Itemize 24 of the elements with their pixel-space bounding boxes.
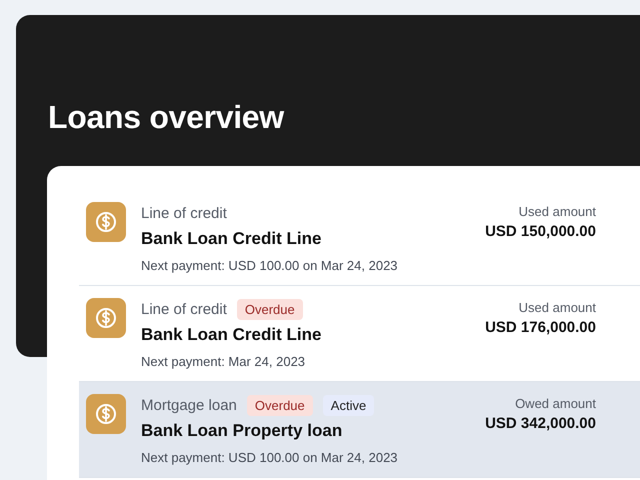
next-payment: Next payment: USD 100.00 on Mar 24, 2023 [141, 258, 399, 273]
loan-type: Mortgage loan [141, 396, 237, 414]
loan-type: Line of credit [141, 204, 227, 222]
page-title: Loans overview [48, 99, 286, 136]
loan-row[interactable]: Mortgage loan Overdue Active Bank Loan Property loan Next payment: USD 100.00 on Mar 24, 2023 Owed amount USD 342,000.00 [79, 382, 640, 478]
amount-label: Used amount [518, 300, 596, 315]
amount-value: USD 150,000.00 [485, 223, 596, 240]
dollar-coin-icon [86, 298, 126, 338]
status-badge: Overdue [246, 394, 313, 416]
loan-name: Bank Loan Property loan [141, 421, 344, 441]
loan-name: Bank Loan Credit Line [141, 229, 322, 249]
amount-label: Used amount [518, 204, 596, 219]
next-payment: Next payment: USD 100.00 on Mar 24, 2023 [141, 450, 399, 465]
dollar-coin-icon [86, 394, 126, 434]
status-badge: Overdue [236, 298, 303, 320]
loan-type: Line of credit [141, 300, 227, 318]
loan-row[interactable]: Line of credit Bank Loan Credit Line Next payment: USD 100.00 on Mar 24, 2023 Used amount USD 150,000.00 [79, 190, 640, 286]
amount-label: Owed amount [514, 396, 596, 411]
loan-name: Bank Loan Credit Line [141, 325, 322, 345]
dollar-coin-icon [86, 202, 126, 242]
status-badge: Active [322, 394, 374, 416]
next-payment: Next payment: Mar 24, 2023 [141, 354, 306, 369]
amount-value: USD 176,000.00 [485, 319, 596, 336]
amount-value: USD 342,000.00 [485, 415, 596, 432]
